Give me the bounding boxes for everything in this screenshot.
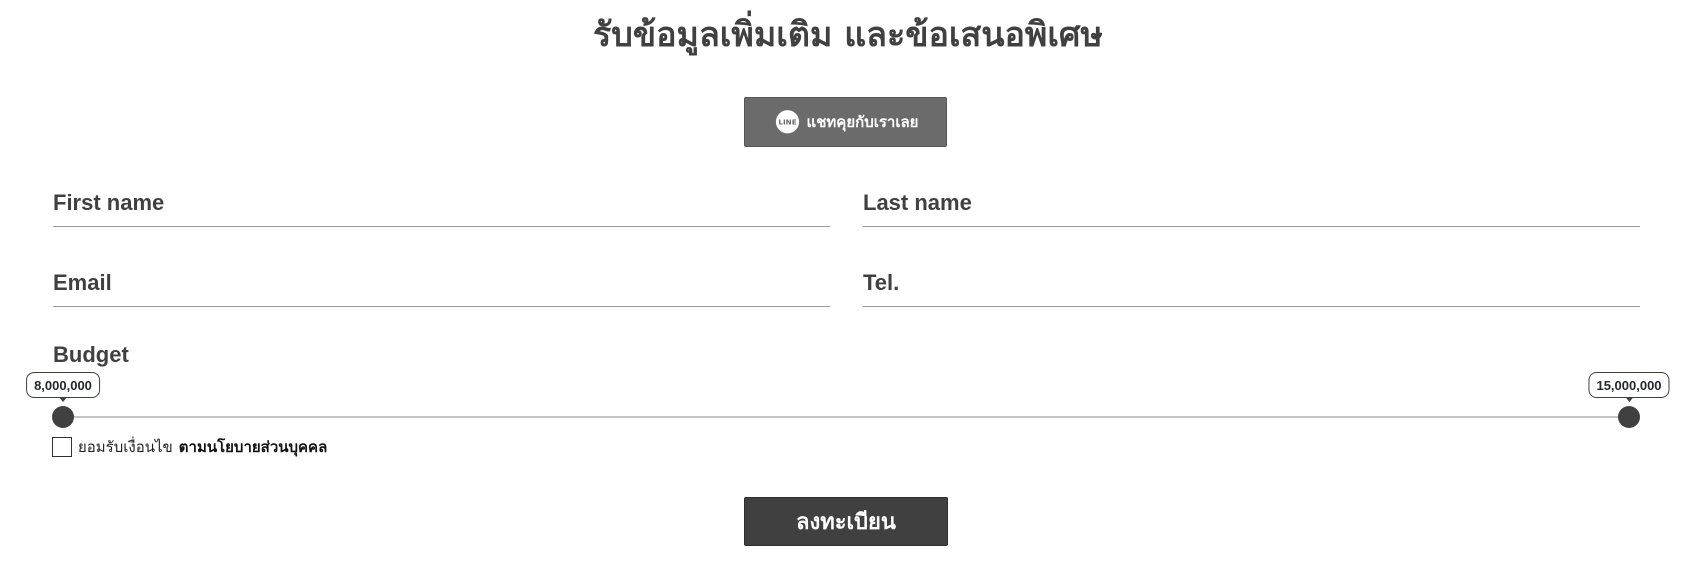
privacy-policy-link[interactable]: ตามนโยบายส่วนบุคคล <box>179 435 328 459</box>
page-title: รับข้อมูลเพิ่มเติม และข้อเสนอพิเศษ <box>593 15 1103 55</box>
email-field <box>53 261 830 307</box>
line-chat-label: แชทคุยกับเราเลย <box>806 113 919 131</box>
consent-text: ยอมรับเงื่อนไข <box>78 438 173 456</box>
email-input[interactable] <box>53 261 830 305</box>
line-chat-button[interactable]: LINE แชทคุยกับเราเลย <box>744 97 947 147</box>
budget-range-slider[interactable]: 8,000,000 15,000,000 <box>26 372 1670 428</box>
line-icon-text: LINE <box>778 117 796 126</box>
max-value-tooltip: 15,000,000 <box>1588 372 1670 402</box>
min-value-tooltip: 8,000,000 <box>26 372 100 402</box>
first-name-field <box>53 181 830 227</box>
tel-field <box>863 261 1640 307</box>
register-button[interactable]: ลงทะเบียน <box>744 497 948 546</box>
consent-row: ยอมรับเงื่อนไข ตามนโยบายส่วนบุคคล <box>52 436 327 458</box>
max-handle[interactable] <box>1618 406 1640 428</box>
first-name-input[interactable] <box>53 181 830 225</box>
tel-input[interactable] <box>863 261 1640 305</box>
slider-track[interactable] <box>63 416 1629 418</box>
consent-checkbox[interactable] <box>52 437 72 457</box>
last-name-input[interactable] <box>863 181 1640 225</box>
budget-label: Budget <box>53 342 129 367</box>
min-handle[interactable] <box>52 406 74 428</box>
line-chat-icon: LINE <box>775 109 799 133</box>
last-name-field <box>863 181 1640 227</box>
